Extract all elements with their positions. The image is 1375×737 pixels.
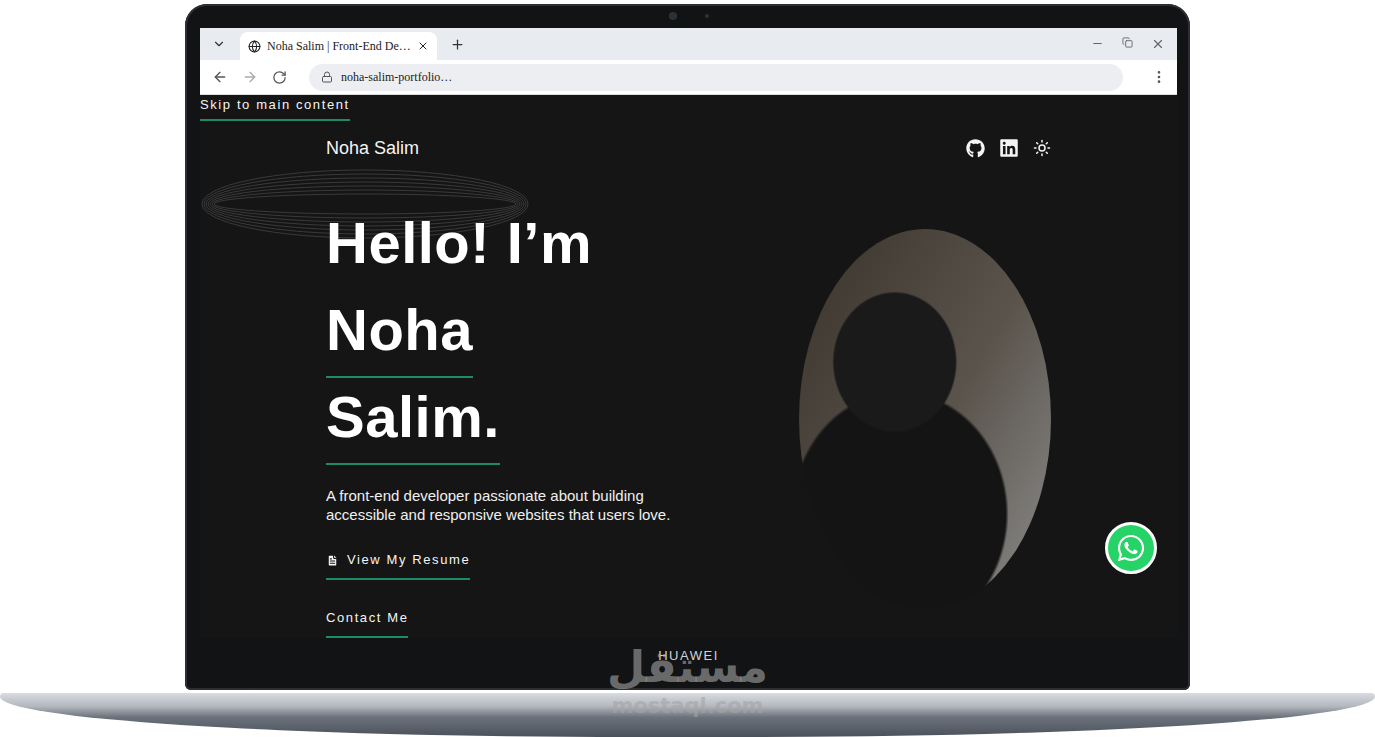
minimize-icon[interactable]: [1091, 37, 1104, 50]
device-brand: HUAWEI: [658, 648, 719, 690]
restore-icon[interactable]: [1122, 37, 1133, 48]
sun-icon[interactable]: [1033, 139, 1051, 157]
chevron-down-icon: [212, 37, 226, 51]
globe-icon: [248, 40, 261, 53]
heading-word: Salim.: [326, 385, 500, 465]
heading-line: Noha: [326, 298, 473, 378]
site-brand[interactable]: Noha Salim: [326, 138, 419, 159]
new-tab-button[interactable]: [445, 31, 471, 57]
tab-search-button[interactable]: [206, 31, 232, 57]
lock-icon: [321, 71, 333, 83]
address-bar[interactable]: noha-salim-portfolio…: [309, 64, 1123, 91]
whatsapp-icon: [1116, 533, 1146, 563]
heading-line: Hello! I’m: [326, 211, 592, 291]
forward-icon[interactable]: [242, 69, 258, 85]
hero-description: A front-end developer passionate about b…: [326, 486, 670, 524]
profile-photo: [799, 229, 1051, 609]
tab-title: Noha Salim | Front-End De…: [267, 39, 411, 54]
watermark: مستقلmostaql.com: [607, 640, 768, 718]
github-icon[interactable]: [966, 139, 985, 158]
document-icon: [326, 554, 339, 567]
reload-icon[interactable]: [272, 70, 287, 85]
site-header: Noha Salim: [200, 129, 1177, 167]
watermark-arabic: مستقل: [607, 640, 768, 694]
screen: Noha Salim | Front-End De… noha-salim-por…: [200, 28, 1177, 638]
resume-link[interactable]: View My Resume: [326, 552, 470, 580]
mockup: Noha Salim | Front-End De… noha-salim-por…: [0, 0, 1375, 737]
hero-text: Hello! I’mNohaSalim. A front-end develope…: [326, 211, 670, 638]
close-window-icon[interactable]: [1151, 37, 1165, 51]
description-line: A front-end developer passionate about b…: [326, 486, 670, 505]
whatsapp-button[interactable]: [1105, 522, 1157, 574]
browser-tab[interactable]: Noha Salim | Front-End De…: [240, 32, 437, 60]
page: Skip to main content Noha Salim Hello! I’m…: [200, 95, 1177, 638]
contact-link[interactable]: Contact Me: [326, 610, 408, 638]
tab-strip: Noha Salim | Front-End De…: [200, 28, 1177, 60]
laptop-base: [0, 693, 1375, 737]
laptop-lid: Noha Salim | Front-End De… noha-salim-por…: [185, 4, 1190, 690]
menu-icon[interactable]: [1151, 69, 1167, 85]
address-text: noha-salim-portfolio…: [341, 70, 452, 85]
heading-word: Noha: [326, 298, 473, 378]
heading-word: Hello! I’m: [326, 211, 592, 291]
sensor: [705, 14, 709, 18]
linkedin-icon[interactable]: [999, 138, 1019, 158]
plus-icon: [450, 37, 465, 52]
address-row: noha-salim-portfolio…: [200, 60, 1177, 95]
back-icon[interactable]: [212, 69, 228, 85]
close-icon[interactable]: [417, 40, 429, 52]
bottom-bezel: HUAWEI: [200, 638, 1177, 690]
description-line: accessible and responsive websites that …: [326, 505, 670, 524]
skip-link[interactable]: Skip to main content: [200, 95, 350, 121]
camera: [669, 12, 677, 20]
hero: Hello! I’mNohaSalim. A front-end develope…: [200, 211, 1177, 638]
header-icons: [966, 138, 1051, 158]
watermark-latin: mostaql.com: [612, 694, 764, 718]
heading-line: Salim.: [326, 385, 500, 465]
camera-bar: [200, 4, 1177, 28]
window-controls: [1091, 37, 1177, 51]
